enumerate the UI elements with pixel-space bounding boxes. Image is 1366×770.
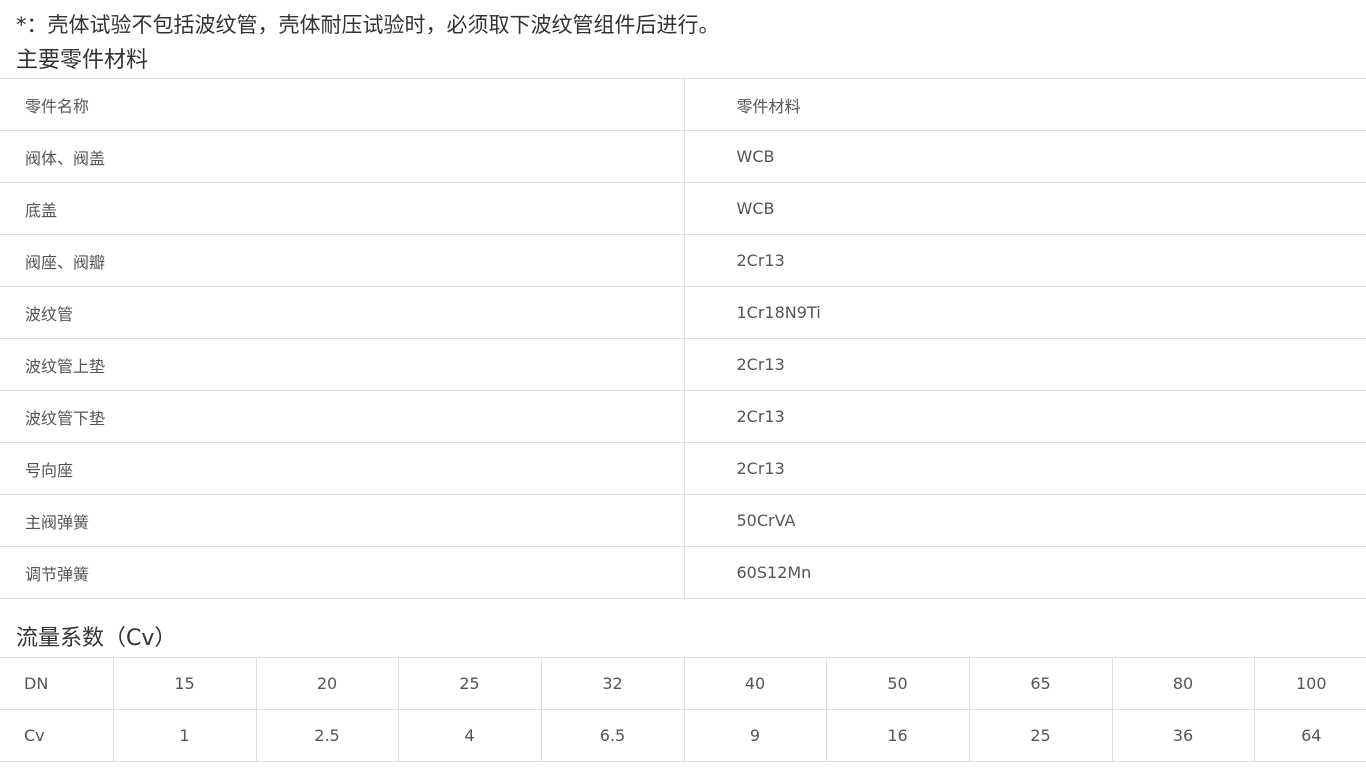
materials-section-title: 主要零件材料 [16, 48, 149, 73]
table-row: 主阀弹簧 50CrVA [0, 494, 1366, 547]
cv-row: Cv 1 2.5 4 6.5 9 16 25 36 64 [0, 709, 1366, 762]
dn-cell: 100 [1253, 657, 1366, 710]
part-name-cell: 底盖 [0, 182, 684, 235]
dn-cell: 25 [397, 657, 541, 710]
flow-coefficient-table: DN 15 20 25 32 40 50 65 80 100 Cv 1 2.5 … [0, 657, 1366, 762]
material-cell: 2Cr13 [683, 390, 1366, 443]
table-row: 底盖 WCB [0, 182, 1366, 235]
dn-cell: 80 [1111, 657, 1254, 710]
part-name-cell: 波纹管 [0, 286, 684, 339]
table-row: 调节弹簧 60S12Mn [0, 546, 1366, 599]
part-name-cell: 调节弹簧 [0, 546, 684, 599]
dn-row: DN 15 20 25 32 40 50 65 80 100 [0, 657, 1366, 710]
part-name-cell: 阀体、阀盖 [0, 130, 684, 183]
table-row: 阀体、阀盖 WCB [0, 130, 1366, 183]
cv-cell: 25 [968, 709, 1112, 762]
dn-cell: 32 [540, 657, 684, 710]
dn-cell: 50 [825, 657, 969, 710]
dn-cell: 20 [255, 657, 398, 710]
table-row: 阀座、阀瓣 2Cr13 [0, 234, 1366, 287]
part-name-cell: 波纹管下垫 [0, 390, 684, 443]
material-cell: WCB [683, 182, 1366, 235]
materials-header-row: 零件名称 零件材料 [0, 78, 1366, 131]
dn-label: DN [0, 657, 113, 710]
part-name-cell: 号向座 [0, 442, 684, 495]
cv-label: Cv [0, 709, 113, 762]
shell-test-note: *：壳体试验不包括波纹管，壳体耐压试验时，必须取下波纹管组件后进行。 [16, 13, 720, 37]
cv-cell: 36 [1111, 709, 1254, 762]
cv-cell: 4 [397, 709, 541, 762]
material-cell: 50CrVA [683, 494, 1366, 547]
material-cell: 2Cr13 [683, 234, 1366, 287]
cv-cell: 1 [112, 709, 256, 762]
flow-coefficient-title: 流量系数（Cv） [16, 626, 177, 651]
part-name-cell: 主阀弹簧 [0, 494, 684, 547]
material-cell: 60S12Mn [683, 546, 1366, 599]
material-cell: 1Cr18N9Ti [683, 286, 1366, 339]
table-row: 波纹管 1Cr18N9Ti [0, 286, 1366, 339]
table-row: 号向座 2Cr13 [0, 442, 1366, 495]
cv-cell: 9 [683, 709, 826, 762]
part-name-header: 零件名称 [0, 78, 684, 131]
part-name-cell: 波纹管上垫 [0, 338, 684, 391]
dn-cell: 65 [968, 657, 1112, 710]
dn-cell: 40 [683, 657, 826, 710]
cv-cell: 16 [825, 709, 969, 762]
cv-cell: 6.5 [540, 709, 684, 762]
material-cell: 2Cr13 [683, 442, 1366, 495]
table-row: 波纹管上垫 2Cr13 [0, 338, 1366, 391]
dn-cell: 15 [112, 657, 256, 710]
material-cell: 2Cr13 [683, 338, 1366, 391]
cv-cell: 2.5 [255, 709, 398, 762]
material-header: 零件材料 [683, 78, 1366, 131]
materials-table: 零件名称 零件材料 阀体、阀盖 WCB 底盖 WCB 阀座、阀瓣 2Cr13 波… [0, 78, 1366, 599]
table-row: 波纹管下垫 2Cr13 [0, 390, 1366, 443]
material-cell: WCB [683, 130, 1366, 183]
part-name-cell: 阀座、阀瓣 [0, 234, 684, 287]
cv-cell: 64 [1253, 709, 1366, 762]
